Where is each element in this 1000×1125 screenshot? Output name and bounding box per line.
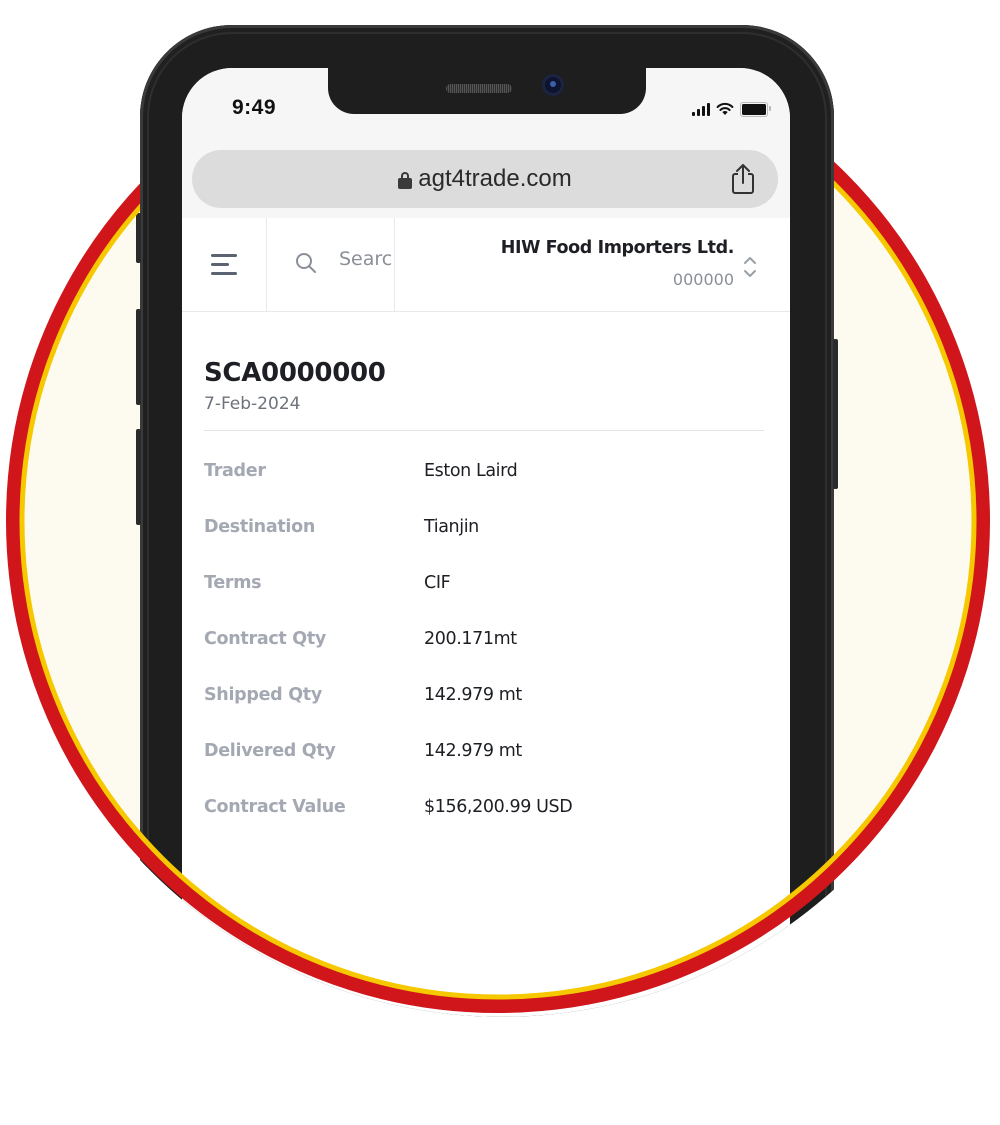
lock-icon [398,172,412,189]
search-input[interactable] [339,248,395,270]
field-value: 142.979 mt [424,741,522,761]
field-label: Terms [204,573,262,593]
company-name: HIW Food Importers Ltd. [500,238,734,258]
field-row-contract-value: Contract Value $156,200.99 USD [204,797,764,853]
field-label: Contract Qty [204,629,327,649]
status-icons [692,101,768,117]
volume-up-button [136,309,141,405]
phone-screen: 9:49 agt4trade.com Search HIW Food Impor… [182,68,790,1108]
field-label: Trader [204,461,266,481]
field-value: 200.171mt [424,629,517,649]
field-row-terms: Terms CIF [204,573,764,629]
contract-details: SCA0000000 7-Feb-2024 Trader Eston Laird… [204,358,764,853]
volume-down-button [136,429,141,525]
company-code: 000000 [672,270,734,289]
field-label: Shipped Qty [204,685,322,705]
field-value: Tianjin [424,517,479,537]
field-value: 142.979 mt [424,685,522,705]
browser-address-bar: agt4trade.com [182,150,790,218]
search-box[interactable] [267,218,395,311]
status-bar: 9:49 [182,68,790,150]
search-icon [295,252,317,274]
front-camera [542,74,564,96]
signal-icon [692,103,710,116]
speaker-grille [446,84,512,93]
promo-graphic: 9:49 agt4trade.com Search HIW Food Impor… [0,0,1000,1037]
field-label: Destination [204,517,315,537]
field-row-destination: Destination Tianjin [204,517,764,573]
field-label: Contract Value [204,797,346,817]
chevron-updown-icon[interactable] [742,254,758,280]
wifi-icon [716,102,734,116]
field-row-trader: Trader Eston Laird [204,461,764,517]
contract-id: SCA0000000 [204,358,386,388]
app-header: HIW Food Importers Ltd. 000000 [182,218,790,312]
field-value: $156,200.99 USD [424,797,573,817]
mute-switch [136,213,141,263]
field-label: Delivered Qty [204,741,336,761]
company-selector[interactable]: HIW Food Importers Ltd. 000000 [395,218,790,311]
power-button [833,339,838,489]
status-time: 9:49 [232,96,277,119]
battery-icon [740,102,768,117]
hamburger-menu-icon [211,254,237,275]
field-value: CIF [424,573,451,593]
field-list: Trader Eston Laird Destination Tianjin T… [204,461,764,853]
field-row-shipped-qty: Shipped Qty 142.979 mt [204,685,764,741]
contract-date: 7-Feb-2024 [204,394,301,414]
url-text[interactable]: agt4trade.com [418,165,571,193]
notch [328,68,646,114]
field-row-contract-qty: Contract Qty 200.171mt [204,629,764,685]
divider [204,430,764,431]
menu-button[interactable] [182,218,267,311]
url-field[interactable]: agt4trade.com [192,150,778,208]
field-value: Eston Laird [424,461,518,481]
share-icon[interactable] [728,163,758,195]
field-row-delivered-qty: Delivered Qty 142.979 mt [204,741,764,797]
